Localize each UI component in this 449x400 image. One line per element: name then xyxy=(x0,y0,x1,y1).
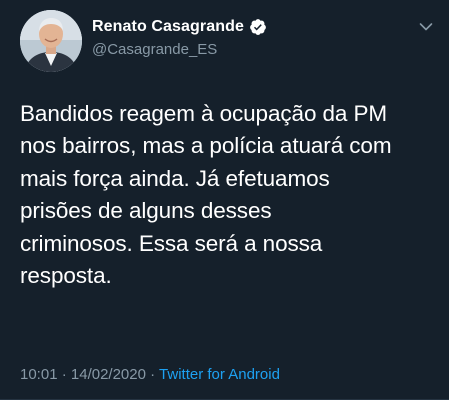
tweet-text: Bandidos reagem à ocupação da PM nos bai… xyxy=(20,101,392,289)
author-name-row[interactable]: Renato Casagrande xyxy=(92,16,267,38)
author-avatar[interactable] xyxy=(20,10,82,72)
verified-badge-icon xyxy=(250,19,266,35)
author-display-name[interactable]: Renato Casagrande xyxy=(92,18,244,36)
chevron-down-icon[interactable] xyxy=(419,22,433,32)
author-handle[interactable]: @Casagrande_ES xyxy=(92,41,217,58)
tweet-card: Renato Casagrande @Casagrande_ES Bandido… xyxy=(0,0,449,400)
meta-separator: · xyxy=(61,366,67,383)
tweet-date[interactable]: 14/02/2020 xyxy=(71,366,146,383)
tweet-source-link[interactable]: Twitter for Android xyxy=(159,366,280,383)
meta-separator: · xyxy=(150,366,156,383)
tweet-time[interactable]: 10:01 xyxy=(20,366,58,383)
tweet-metadata: 10:01 · 14/02/2020 · Twitter for Android xyxy=(20,366,280,383)
profile-photo-icon xyxy=(20,10,82,72)
